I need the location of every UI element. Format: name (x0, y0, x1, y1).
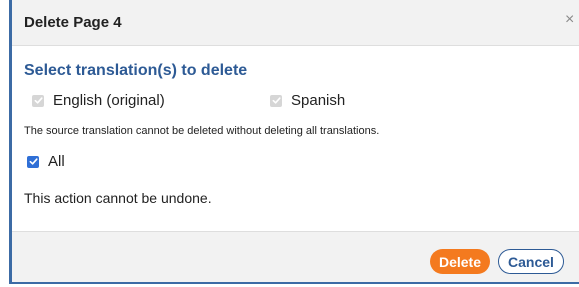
dialog-title: Delete Page 4 (24, 14, 122, 31)
dialog-footer: Delete Cancel (12, 231, 579, 282)
checkmark-icon (34, 97, 43, 104)
close-icon[interactable]: × (565, 10, 579, 30)
english-label: English (original) (53, 92, 165, 109)
all-checkbox[interactable] (27, 155, 39, 168)
checkmark-icon (29, 158, 38, 165)
source-note: The source translation cannot be deleted… (24, 125, 380, 137)
spanish-label: Spanish (291, 92, 346, 109)
option-english[interactable]: English (original) (32, 92, 165, 109)
spanish-checkbox[interactable] (270, 94, 282, 107)
cancel-button[interactable]: Cancel (498, 249, 564, 274)
all-label: All (48, 153, 65, 170)
option-all[interactable]: All (27, 153, 65, 170)
dialog-titlebar: Delete Page 4 × (12, 0, 579, 46)
option-spanish[interactable]: Spanish (270, 92, 345, 109)
undo-warning: This action cannot be undone. (24, 190, 212, 206)
delete-button[interactable]: Delete (430, 249, 490, 274)
section-heading: Select translation(s) to delete (24, 62, 248, 79)
english-checkbox[interactable] (32, 94, 44, 107)
checkmark-icon (272, 97, 281, 104)
delete-page-dialog: Delete Page 4 × Select translation(s) to… (9, 0, 579, 284)
